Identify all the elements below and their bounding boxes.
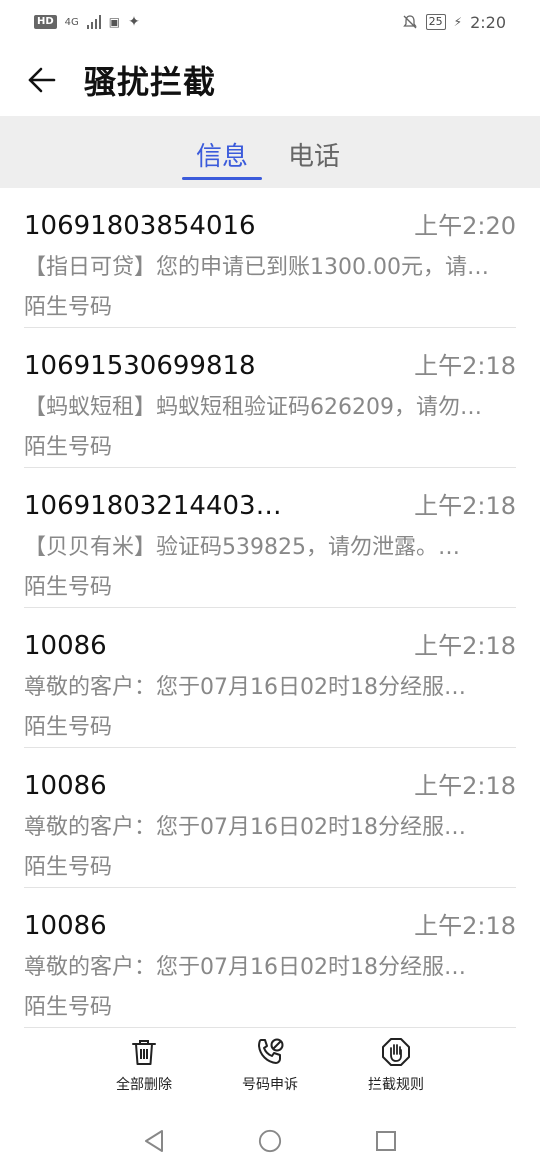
- bell-off-icon: [402, 15, 417, 29]
- tab-calls[interactable]: 电话: [274, 116, 354, 188]
- message-sender: 10086: [24, 911, 107, 941]
- blocked-message-list: 10691803854016 上午2:20 【指日可贷】您的申请已到账1300.…: [0, 188, 540, 1028]
- appeal-number-label: 号码申诉: [242, 1077, 298, 1093]
- list-item[interactable]: 10691530699818 上午2:18 【蚂蚁短租】蚂蚁短租验证码62620…: [24, 328, 516, 468]
- list-item[interactable]: 10086 上午2:18 尊敬的客户：您于07月16日02时18分经服… 陌生号…: [24, 888, 516, 1028]
- message-tag: 陌生号码: [24, 575, 113, 600]
- nav-back-icon[interactable]: [142, 1129, 166, 1153]
- message-tag: 陌生号码: [24, 715, 113, 740]
- system-nav-bar: [0, 1112, 540, 1170]
- app-notification-icon: ✦: [128, 14, 140, 30]
- message-tag: 陌生号码: [24, 995, 113, 1020]
- list-item[interactable]: 10086 上午2:18 尊敬的客户：您于07月16日02时18分经服… 陌生号…: [24, 748, 516, 888]
- message-time: 上午2:18: [414, 492, 516, 520]
- page-title: 骚扰拦截: [84, 63, 217, 101]
- network-label: 4G: [64, 16, 79, 28]
- message-tag: 陌生号码: [24, 295, 113, 320]
- phone-blocked-icon: [258, 1038, 284, 1064]
- app-header: 骚扰拦截: [0, 44, 540, 116]
- appeal-number-button[interactable]: 号码申诉: [207, 1036, 333, 1108]
- message-time: 上午2:18: [414, 912, 516, 940]
- status-left: HD 4G ▣ ✦: [34, 14, 140, 30]
- message-time: 上午2:18: [414, 352, 516, 380]
- status-right: 25 ⚡ 2:20: [402, 13, 506, 32]
- signal-icon: [86, 15, 101, 29]
- status-bar: HD 4G ▣ ✦ 25 ⚡ 2:20: [0, 0, 540, 44]
- message-sender: 10086: [24, 631, 107, 661]
- sim-icon: ▣: [108, 15, 121, 29]
- tab-bar: 信息 电话: [0, 116, 540, 188]
- block-rules-button[interactable]: 拦截规则: [333, 1036, 459, 1108]
- block-rules-label: 拦截规则: [368, 1077, 424, 1093]
- trash-icon: [132, 1040, 156, 1065]
- message-sender: 10691530699818: [24, 351, 256, 381]
- message-preview: 尊敬的客户：您于07月16日02时18分经服…: [24, 675, 466, 700]
- battery-icon: 25: [425, 14, 446, 30]
- clock: 2:20: [470, 12, 506, 32]
- list-item[interactable]: 10691803854016 上午2:20 【指日可贷】您的申请已到账1300.…: [24, 188, 516, 328]
- message-time: 上午2:18: [414, 632, 516, 660]
- nav-home-icon[interactable]: [258, 1129, 282, 1153]
- message-preview: 尊敬的客户：您于07月16日02时18分经服…: [24, 955, 466, 980]
- message-time: 上午2:20: [414, 212, 516, 240]
- message-tag: 陌生号码: [24, 855, 113, 880]
- message-sender: 10691803214403…: [24, 491, 282, 521]
- list-item[interactable]: 10086 上午2:18 尊敬的客户：您于07月16日02时18分经服… 陌生号…: [24, 608, 516, 748]
- message-preview: 【指日可贷】您的申请已到账1300.00元，请…: [24, 255, 489, 280]
- nav-recents-icon[interactable]: [374, 1129, 398, 1153]
- message-preview: 【蚂蚁短租】蚂蚁短租验证码626209，请勿…: [24, 395, 482, 420]
- message-sender: 10691803854016: [24, 211, 256, 241]
- hd-badge: HD: [34, 15, 57, 29]
- delete-all-label: 全部删除: [116, 1077, 172, 1093]
- message-preview: 【贝贝有米】验证码539825，请勿泄露。…: [24, 535, 460, 560]
- bottom-toolbar: 全部删除 号码申诉 拦截规则: [0, 1036, 540, 1108]
- delete-all-button[interactable]: 全部删除: [81, 1036, 207, 1108]
- hand-stop-icon: [382, 1038, 410, 1066]
- message-preview: 尊敬的客户：您于07月16日02时18分经服…: [24, 815, 466, 840]
- message-time: 上午2:18: [414, 772, 516, 800]
- arrow-left-icon[interactable]: [24, 62, 60, 98]
- message-sender: 10086: [24, 771, 107, 801]
- list-item[interactable]: 10691803214403… 上午2:18 【贝贝有米】验证码539825，请…: [24, 468, 516, 608]
- tab-messages[interactable]: 信息: [182, 116, 263, 188]
- message-tag: 陌生号码: [24, 435, 113, 460]
- charging-icon: ⚡: [453, 15, 463, 29]
